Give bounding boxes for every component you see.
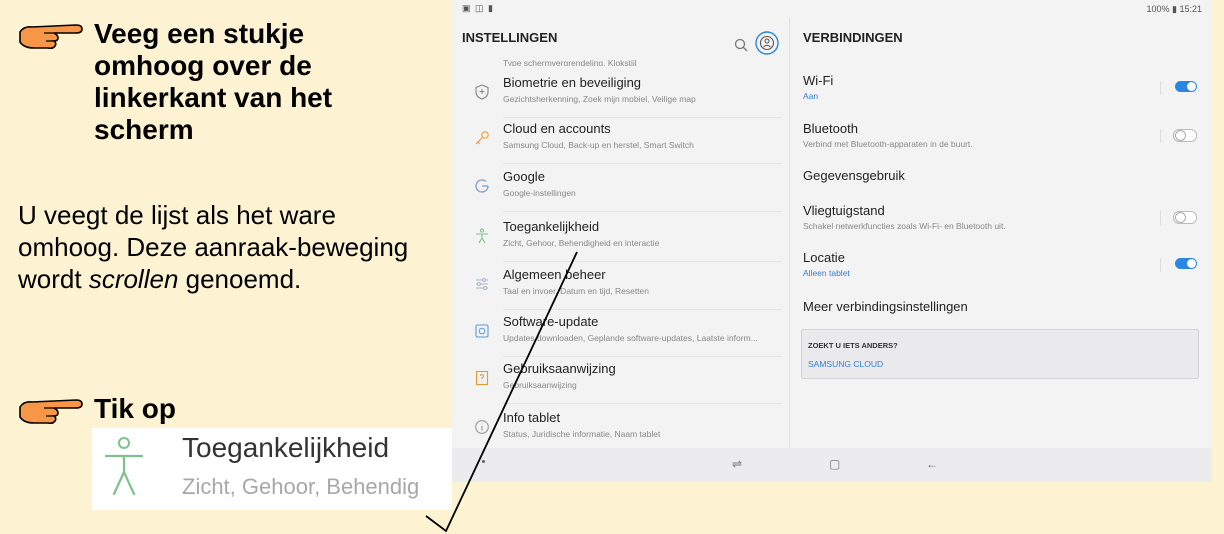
step-title: Tik op: [94, 393, 176, 424]
connection-item-title: Wi-Fi: [803, 73, 834, 88]
instruction-panel: Veeg een stukje omhoog over de linkerkan…: [0, 0, 452, 534]
connection-item-subtitle: Aan: [803, 91, 819, 101]
zoom-title: Toegankelijkheid: [182, 432, 390, 463]
zoomed-accessibility-item: Toegankelijkheid Zicht, Gehoor, Behendig: [92, 428, 452, 510]
settings-item-title: Algemeen beheer: [503, 267, 606, 282]
toggle-separator: [1160, 258, 1161, 272]
settings-item-title: Toegankelijkheid: [503, 219, 600, 234]
suggestion-box: ZOEKT U IETS ANDERS? SAMSUNG CLOUD: [801, 329, 1199, 379]
settings-item-info-tablet[interactable]: Info tablet Status, Juridische informatie…: [462, 405, 782, 453]
accessibility-icon: [476, 228, 488, 244]
toggle-switch[interactable]: [1173, 129, 1197, 142]
clipped-subtitle: Type schermvergrendeling, Klokstijl: [503, 58, 637, 66]
status-icons: ▣ ◫ ▮: [462, 3, 494, 13]
settings-item-title: Cloud en accounts: [503, 121, 611, 136]
settings-item-subtitle: Taal en invoer, Datum en tijd, Resetten: [503, 286, 649, 296]
settings-item-subtitle: Updates downloaden, Geplande software-up…: [503, 333, 758, 343]
settings-item-subtitle: Samsung Cloud, Back-up en herstel, Smart…: [503, 140, 694, 150]
toggle-separator: [1160, 211, 1161, 225]
toggle-knob: [1175, 212, 1186, 223]
connection-item-subtitle: Verbind met Bluetooth-apparaten in de bu…: [803, 139, 973, 149]
dot-indicator: [482, 460, 485, 463]
connection-item-title: Gegevensgebruik: [803, 168, 905, 183]
settings-item-title: Info tablet: [503, 410, 561, 425]
page-title: INSTELLINGEN: [462, 30, 558, 45]
row-separator: [503, 211, 782, 212]
step-swipe: Veeg een stukje omhoog over de linkerkan…: [18, 18, 332, 146]
pointing-hand-icon: [19, 24, 83, 50]
settings-item-subtitle: Gebruiksaanwijzing: [503, 380, 577, 390]
status-battery-time: 100% ▮ 15:21: [1146, 4, 1203, 14]
toggle-knob: [1175, 130, 1186, 141]
back-button[interactable]: ←: [926, 457, 938, 471]
settings-item-toegankelijkheid[interactable]: Toegankelijkheid Zicht, Gehoor, Behendigh…: [462, 214, 782, 262]
settings-item-subtitle: Google-instellingen: [503, 188, 576, 198]
connection-item-title: Locatie: [803, 250, 845, 265]
settings-item-cloud-en-accounts[interactable]: Cloud en accounts Samsung Cloud, Back-up …: [462, 116, 782, 164]
toggle-switch[interactable]: [1173, 211, 1197, 224]
instruction-text-part: genoemd.: [178, 264, 302, 294]
instruction-text: U veegt de lijst als het ware omhoog. De…: [18, 199, 438, 295]
toggle-knob: [1187, 259, 1196, 268]
navigation-bar: ⇌ ▢ ←: [452, 448, 1212, 482]
toggle-switch[interactable]: [1175, 81, 1197, 92]
samsung-cloud-link[interactable]: SAMSUNG CLOUD: [808, 359, 883, 369]
search-icon[interactable]: [734, 38, 748, 52]
settings-item-biometrie-en-beveiliging[interactable]: Biometrie en beveiliging Gezichtsherkenni…: [462, 70, 782, 118]
connections-pane: VERBINDINGEN Wi-Fi Aan Bluetooth Verbind me…: [790, 18, 1212, 448]
accessibility-icon: [104, 437, 144, 496]
pointing-hand-icon: [19, 399, 83, 425]
tablet-screen: ▣ ◫ ▮ 100% ▮ 15:21 INSTELLINGEN Type sch…: [452, 0, 1212, 482]
settings-list-pane[interactable]: INSTELLINGEN Type schermvergrendeling, K…: [452, 18, 789, 448]
settings-item-google[interactable]: Google Google-instellingen: [462, 164, 782, 212]
connection-item-title: Meer verbindingsinstellingen: [803, 299, 968, 314]
settings-item-title: Biometrie en beveiliging: [503, 75, 642, 90]
info-icon: [475, 420, 489, 434]
settings-item-title: Google: [503, 169, 545, 184]
settings-item-gebruiksaanwijzing[interactable]: Gebruiksaanwijzing Gebruiksaanwijzing: [462, 356, 782, 404]
manual-icon: [475, 370, 489, 386]
connection-item-subtitle: Schakel netwerkfuncties zoals Wi-Fi- en …: [803, 221, 1006, 231]
connection-item-title: Vliegtuigstand: [803, 203, 885, 218]
recent-apps-button[interactable]: ⇌: [732, 457, 742, 471]
toggle-separator: [1160, 129, 1161, 143]
home-button[interactable]: ▢: [829, 457, 840, 471]
settings-item-subtitle: Gezichtsherkenning, Zoek mijn mobiel, Ve…: [503, 94, 696, 104]
suggestion-title: ZOEKT U IETS ANDERS?: [808, 341, 898, 350]
update-icon: [475, 324, 489, 338]
toggle-knob: [1187, 82, 1196, 91]
google-icon: [475, 179, 489, 193]
connection-item-wi-fi[interactable]: Wi-Fi Aan: [803, 73, 1199, 101]
sliders-icon: [476, 278, 488, 290]
connection-item-vliegtuigstand[interactable]: Vliegtuigstand Schakel netwerkfuncties zo…: [803, 203, 1199, 231]
account-icon[interactable]: [755, 31, 779, 55]
row-separator: [503, 403, 782, 404]
toggle-switch[interactable]: [1175, 258, 1197, 269]
settings-item-title: Software-update: [503, 314, 599, 329]
zoom-subtitle: Zicht, Gehoor, Behendig: [182, 474, 420, 499]
settings-item-subtitle: Status, Juridische informatie, Naam tabl…: [503, 429, 661, 439]
step-tap: Tik op: [18, 393, 176, 425]
connection-item-bluetooth[interactable]: Bluetooth Verbind met Bluetooth-apparaten…: [803, 121, 1199, 149]
shield-icon: [475, 84, 489, 100]
key-icon: [475, 131, 489, 145]
connection-item-gegevensgebruik[interactable]: Gegevensgebruik: [803, 168, 1199, 183]
connection-item-locatie[interactable]: Locatie Alleen tablet: [803, 250, 1199, 278]
settings-item-subtitle: Zicht, Gehoor, Behendigheid en interacti…: [503, 238, 660, 248]
instruction-text-italic: scrollen: [88, 264, 179, 294]
section-title: VERBINDINGEN: [803, 30, 903, 45]
connection-item-subtitle: Alleen tablet: [803, 268, 850, 278]
settings-item-title: Gebruiksaanwijzing: [503, 361, 616, 376]
connection-item-title: Bluetooth: [803, 121, 858, 136]
toggle-separator: [1160, 81, 1161, 95]
status-bar: ▣ ◫ ▮ 100% ▮ 15:21: [452, 0, 1212, 18]
settings-item-software-update[interactable]: Software-update Updates downloaden, Gepla…: [462, 309, 782, 357]
settings-item-algemeen-beheer[interactable]: Algemeen beheer Taal en invoer, Datum en …: [462, 262, 782, 310]
connection-item-meer-verbindingsinstellingen[interactable]: Meer verbindingsinstellingen: [803, 299, 1199, 314]
step-title: Veeg een stukje omhoog over de linkerkan…: [94, 18, 333, 145]
